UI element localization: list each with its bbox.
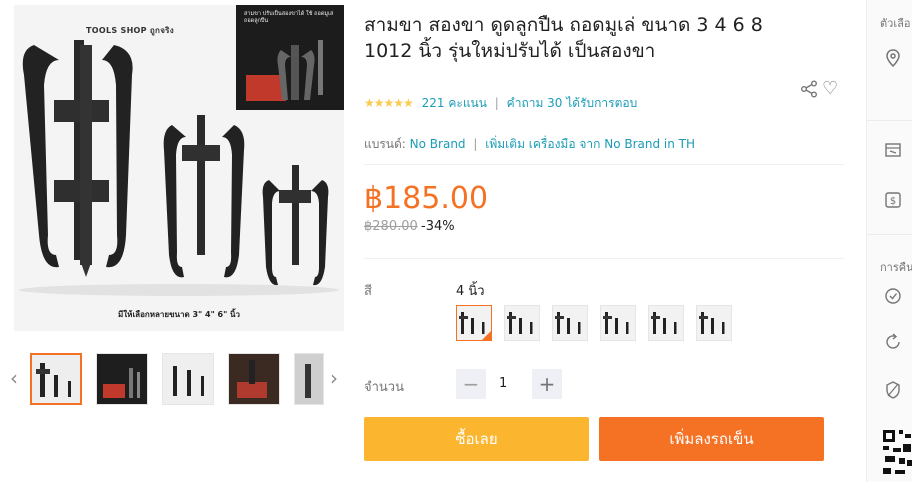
color-option-swatch[interactable] xyxy=(552,305,588,341)
selected-color-value: 4 นิ้ว xyxy=(456,284,485,299)
cash-on-delivery-icon: $ xyxy=(885,192,901,208)
quantity-value[interactable]: 1 xyxy=(499,376,507,391)
divider xyxy=(364,258,844,259)
color-option-swatch[interactable] xyxy=(600,305,636,341)
color-label: สี xyxy=(364,284,372,299)
thumbnail[interactable] xyxy=(162,353,214,405)
buy-now-button[interactable]: ซื้อเลย xyxy=(364,417,589,461)
discount-badge: -34% xyxy=(421,219,455,234)
qa-link[interactable]: คำถาม 30 ได้รับการตอบ xyxy=(507,96,638,110)
thumbnail[interactable] xyxy=(228,353,280,405)
add-to-cart-button[interactable]: เพิ่มลงรถเข็น xyxy=(599,417,824,461)
return-days-icon xyxy=(886,333,900,349)
color-option-swatch[interactable] xyxy=(504,305,540,341)
wishlist-heart-icon[interactable]: ♡ xyxy=(822,78,838,99)
brand-link[interactable]: No Brand xyxy=(410,137,466,151)
price: ฿185.00 xyxy=(364,181,489,216)
product-title: สามขา สองขา ดูดลูกปืน ถอดมูเล่ ขนาด 3 4 … xyxy=(364,14,763,62)
shipping-box-icon xyxy=(885,143,901,157)
delivery-options-label: ตัวเลือ xyxy=(880,17,911,30)
share-icon[interactable] xyxy=(800,80,818,98)
authentic-check-icon xyxy=(885,288,901,304)
color-option-swatch[interactable] xyxy=(696,305,732,341)
shop-banner: TOOLS SHOP ถูกจริง xyxy=(86,26,174,35)
quantity-label: จำนวน xyxy=(364,380,404,395)
qr-code-icon xyxy=(883,430,912,474)
quantity-decrease-button[interactable]: − xyxy=(456,369,486,399)
warranty-shield-icon xyxy=(886,381,900,399)
thumbnail-strip: ‹ › xyxy=(0,346,350,412)
ratings-link[interactable]: 221 คะแนน xyxy=(422,96,487,110)
thumbnail[interactable] xyxy=(96,353,148,405)
inset-product-photo: สามขา ปรับเป็นสองขาได้ ใช้ ถอดมูเล่ ถอดล… xyxy=(236,5,344,110)
svg-text:$: $ xyxy=(890,196,896,207)
image-caption: มีให้เลือกหลายขนาด 3" 4" 6" นิ้ว xyxy=(117,310,241,319)
product-gallery: TOOLS SHOP ถูกจริง สามขา ปรับเป็นสองขาได… xyxy=(0,0,350,482)
color-option-swatch[interactable] xyxy=(648,305,684,341)
divider xyxy=(364,164,844,165)
rating-row: ★★★★★ 221 คะแนน | คำถาม 30 ได้รับการตอบ xyxy=(364,96,638,110)
brand-row: แบรนด์: No Brand | เพิ่มเติม เครื่องมือ … xyxy=(364,137,696,151)
rating-stars-icon: ★★★★★ xyxy=(364,96,414,110)
thumbnail[interactable] xyxy=(294,353,324,405)
location-pin-icon[interactable] xyxy=(883,48,903,68)
color-option-swatch[interactable] xyxy=(456,305,492,341)
selected-tick-icon xyxy=(482,331,491,340)
more-from-brand-link[interactable]: เพิ่มเติม เครื่องมือ จาก No Brand in TH xyxy=(485,137,695,151)
original-price: ฿280.00 xyxy=(364,219,418,234)
next-arrow-icon[interactable]: › xyxy=(330,366,338,390)
thumbnail[interactable] xyxy=(30,353,82,405)
prev-arrow-icon[interactable]: ‹ xyxy=(10,366,18,390)
main-product-image[interactable]: TOOLS SHOP ถูกจริง สามขา ปรับเป็นสองขาได… xyxy=(14,5,344,331)
delivery-sidebar: ตัวเลือ $ การคืน xyxy=(866,0,912,482)
quantity-increase-button[interactable]: + xyxy=(532,369,562,399)
returns-warranty-label: การคืน xyxy=(880,261,912,274)
brand-label: แบรนด์: xyxy=(364,137,406,151)
